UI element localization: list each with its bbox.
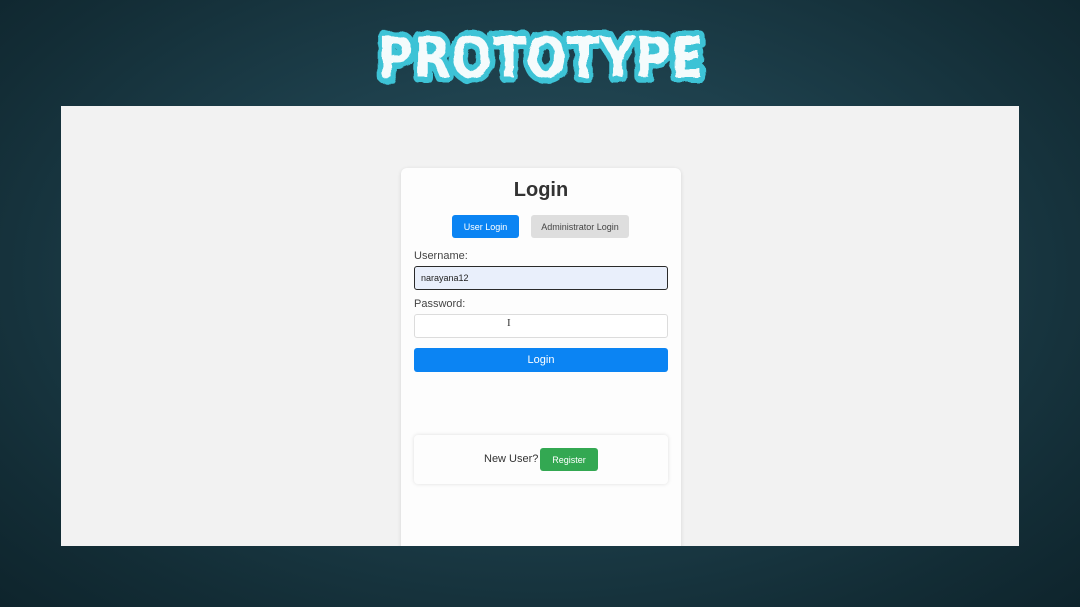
- username-label: Username:: [414, 250, 468, 262]
- password-input[interactable]: [414, 314, 668, 338]
- register-panel: New User? Register: [414, 435, 668, 484]
- text-cursor-icon: I: [507, 317, 511, 329]
- username-input[interactable]: [414, 266, 668, 290]
- register-button[interactable]: Register: [540, 448, 598, 471]
- login-button[interactable]: Login: [414, 348, 668, 372]
- tab-user-login[interactable]: User Login: [452, 215, 519, 238]
- tab-administrator-login[interactable]: Administrator Login: [531, 215, 629, 238]
- prototype-banner: PROTOTYPE PROTOTYPE: [370, 14, 712, 97]
- banner-title: PROTOTYPE: [378, 26, 704, 91]
- login-title: Login: [513, 179, 569, 201]
- app-screen: Login User Login Administrator Login Use…: [61, 106, 1019, 546]
- password-label: Password:: [414, 298, 466, 310]
- new-user-text: New User?: [484, 453, 539, 465]
- login-card: Login User Login Administrator Login Use…: [401, 168, 681, 546]
